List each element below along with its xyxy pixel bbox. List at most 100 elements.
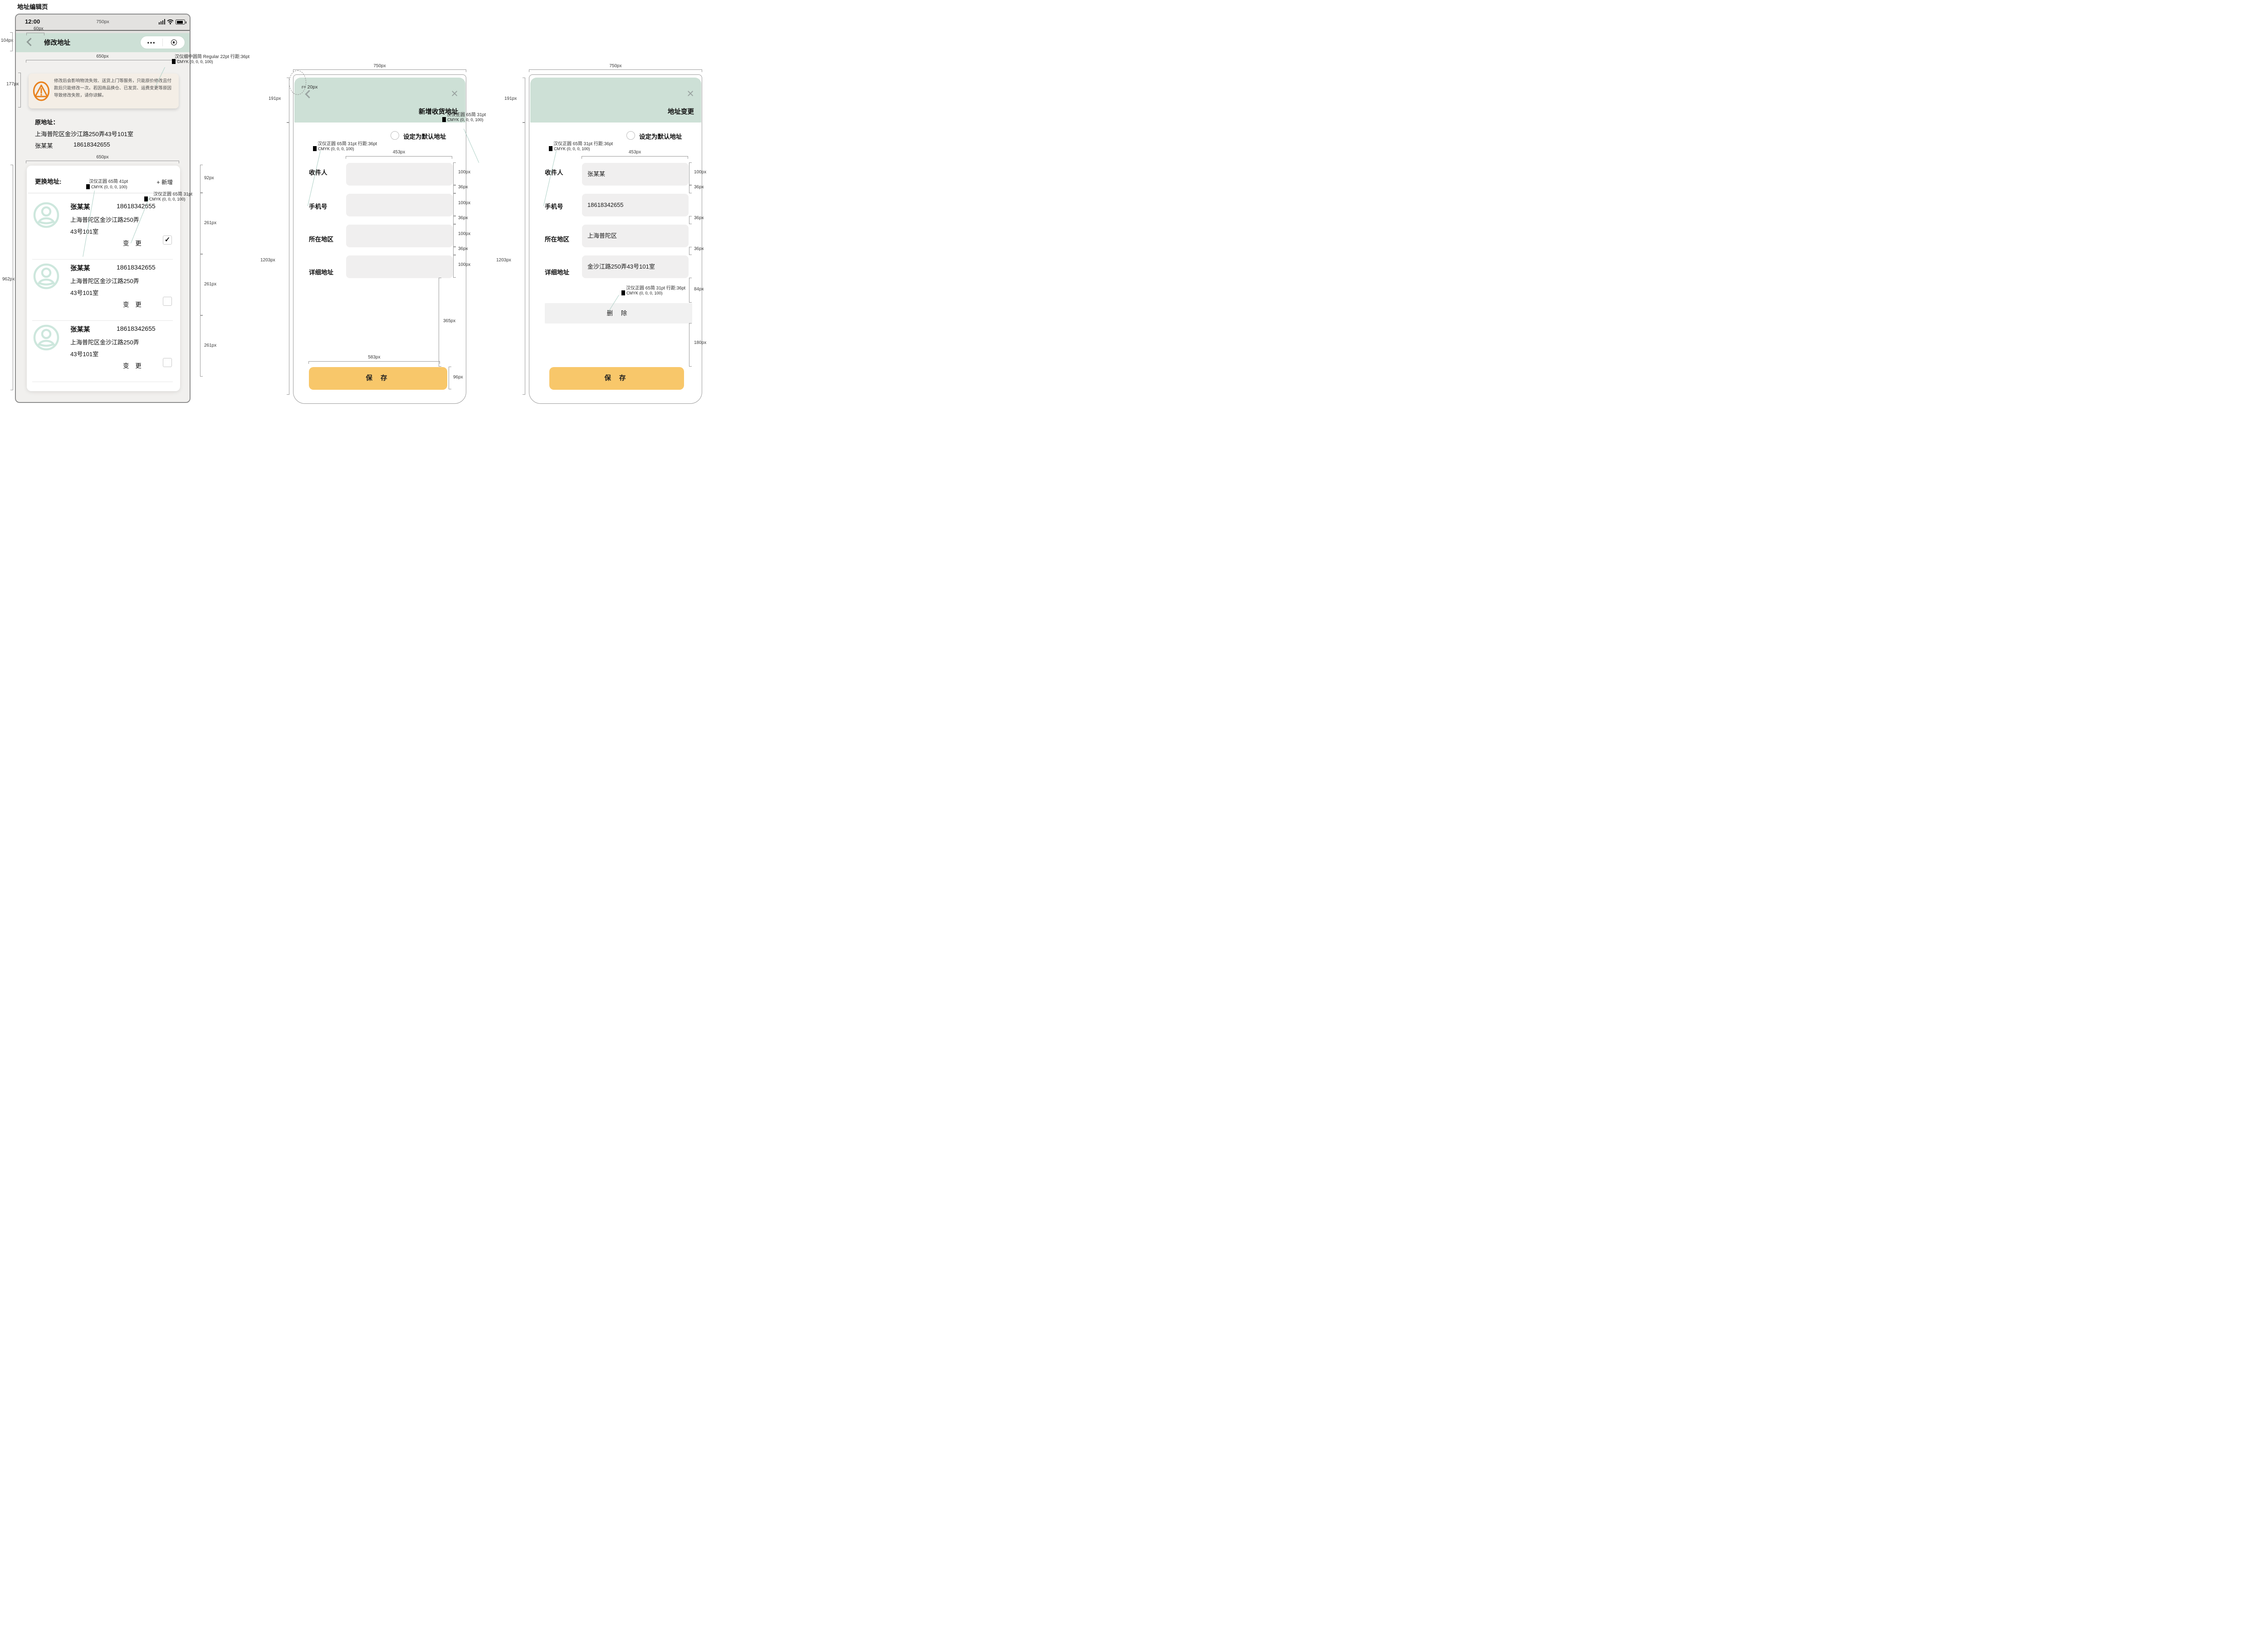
detail-input[interactable]: 金沙江路250弄43号101室 — [582, 255, 689, 278]
more-menu-icon[interactable]: ••• — [141, 39, 162, 46]
dim-60px: 60px — [34, 26, 44, 31]
select-checkbox[interactable] — [163, 297, 172, 306]
dim-96px: 96px — [453, 375, 463, 380]
dim-36px: 36px — [458, 246, 468, 251]
signal-icon — [159, 19, 166, 25]
font-annotation: 汉仪正圆 65简 31pt — [153, 190, 192, 197]
font-annotation: 汉仪正圆 65简 31pt 行距:36pt — [318, 140, 377, 147]
original-address-name: 张某某 — [35, 141, 53, 150]
region-input[interactable] — [346, 225, 453, 247]
cmyk-annotation: CMYK (0, 0, 0, 100) — [442, 117, 484, 122]
change-button[interactable]: 变 更 — [123, 238, 144, 247]
delete-button[interactable]: 删 除 — [545, 303, 692, 324]
dim-261px: 261px — [204, 343, 216, 348]
page-header-title: 修改地址 — [44, 38, 70, 47]
field-label-detail: 详细地址 — [309, 267, 333, 276]
original-address-value: 上海普陀区金沙江路250弄43号101室 — [35, 129, 133, 138]
dim-36px: 36px — [694, 185, 704, 190]
cmyk-annotation: CMYK (0, 0, 0, 100) — [621, 290, 663, 295]
field-label-region: 所在地区 — [545, 234, 569, 243]
nav-header: 修改地址 ••• — [16, 33, 190, 52]
phone-input[interactable]: 18618342655 — [582, 194, 689, 216]
address-line1: 上海普陀区金沙江路250弄 — [70, 276, 139, 285]
field-label-detail: 详细地址 — [545, 267, 569, 276]
wifi-icon — [167, 19, 174, 25]
add-new-button[interactable]: + 新增 — [156, 177, 173, 186]
dim-100px: 100px — [694, 170, 706, 175]
dim-36px: 36px — [458, 216, 468, 221]
dim-1203px: 1203px — [260, 258, 275, 263]
dim-453px: 453px — [346, 150, 452, 155]
close-icon[interactable]: × — [687, 88, 694, 100]
address-line1: 上海普陀区金沙江路250弄 — [70, 215, 139, 224]
dim-92px: 92px — [204, 176, 214, 181]
change-button[interactable]: 变 更 — [123, 361, 144, 370]
address-list-item[interactable]: 张某某 18618342655 上海普陀区金沙江路250弄 43号101室 变 … — [27, 198, 180, 260]
recipient-name: 张某某 — [70, 202, 90, 211]
original-address-phone: 18618342655 — [73, 141, 110, 148]
field-label-recipient: 收件人 — [545, 167, 563, 177]
avatar-icon — [33, 202, 59, 228]
page-title: 地址编辑页 — [17, 2, 48, 11]
dim-36px: 36px — [694, 216, 704, 221]
dim-191px: 191px — [504, 96, 517, 101]
dim-100px: 100px — [458, 231, 470, 236]
font-annotation: 汉仪正圆 65简 31pt 行距:36pt — [626, 284, 685, 291]
field-label-region: 所在地区 — [309, 234, 333, 243]
recipient-input[interactable] — [346, 163, 453, 186]
dim-180px: 180px — [694, 340, 706, 345]
address-line2: 43号101室 — [70, 288, 98, 297]
recipient-name: 张某某 — [70, 324, 90, 334]
phone-input[interactable] — [346, 194, 453, 216]
region-input[interactable]: 上海普陀区 — [582, 225, 689, 247]
address-list-item[interactable]: 张某某 18618342655 上海普陀区金沙江路250弄 43号101室 变 … — [27, 260, 180, 321]
phone-frame-modify-address: 12:00 750px 修改地址 ••• — [15, 14, 191, 403]
dim-261px: 261px — [204, 221, 216, 226]
field-label-phone: 手机号 — [545, 201, 563, 211]
recipient-phone: 18618342655 — [117, 325, 156, 332]
warning-icon — [33, 81, 50, 102]
recipient-phone: 18618342655 — [117, 264, 156, 271]
field-label-recipient: 收件人 — [309, 167, 327, 177]
address-line2: 43号101室 — [70, 349, 98, 358]
cmyk-annotation: CMYK (0, 0, 0, 100) — [172, 59, 213, 64]
dim-84px: 84px — [694, 287, 704, 292]
dim-365px: 365px — [443, 319, 455, 324]
address-line2: 43号101室 — [70, 227, 98, 235]
font-annotation: 汉仪正圆 65简 41pt — [89, 177, 128, 184]
select-checkbox[interactable] — [163, 358, 172, 367]
recipient-input[interactable]: 张某某 — [582, 163, 689, 186]
default-address-label: 设定为默认地址 — [403, 132, 446, 141]
field-label-phone: 手机号 — [309, 201, 327, 211]
back-icon[interactable] — [26, 38, 34, 46]
dim-453px: 453px — [582, 150, 688, 155]
font-annotation: 汉仪正圆 65简 31pt — [447, 111, 486, 118]
miniprogram-capsule[interactable]: ••• — [141, 36, 185, 49]
dim-583px: 583px — [308, 355, 440, 360]
radius-annotation: r= 20px — [302, 84, 318, 90]
dim-100px: 100px — [458, 262, 470, 267]
warning-text: 修改后会影响物流失效、送货上门等服务，只能原价修改且付款后只能修改一次。若因商品… — [54, 78, 174, 99]
exit-target-icon[interactable] — [163, 39, 185, 45]
select-checkbox[interactable]: ✓ — [163, 235, 172, 245]
avatar-icon — [33, 324, 59, 351]
page-header-title: 地址变更 — [668, 107, 694, 116]
back-icon[interactable] — [305, 90, 313, 98]
recipient-name: 张某某 — [70, 263, 90, 273]
default-address-radio[interactable] — [626, 131, 635, 140]
save-button[interactable]: 保 存 — [309, 367, 447, 390]
dim-750px: 750px — [529, 64, 702, 69]
change-button[interactable]: 变 更 — [123, 299, 144, 309]
battery-icon — [176, 20, 185, 25]
dim-36px: 36px — [694, 246, 704, 251]
default-address-radio[interactable] — [391, 131, 399, 140]
phone-frame-change-address: × 地址变更 设定为默认地址 收件人 张某某 手机号 18618342655 所… — [529, 74, 702, 404]
radius-callout-ellipse — [289, 70, 306, 95]
original-address-label: 原地址： — [35, 118, 59, 126]
dim-650px-top: 650px — [26, 54, 179, 59]
save-button[interactable]: 保 存 — [549, 367, 684, 390]
close-icon[interactable]: × — [451, 88, 458, 100]
font-annotation: 汉仪细中圆简 Regular 22pt 行距:36pt — [175, 53, 249, 59]
address-list-item[interactable]: 张某某 18618342655 上海普陀区金沙江路250弄 43号101室 变 … — [27, 321, 180, 382]
detail-input[interactable] — [346, 255, 453, 278]
